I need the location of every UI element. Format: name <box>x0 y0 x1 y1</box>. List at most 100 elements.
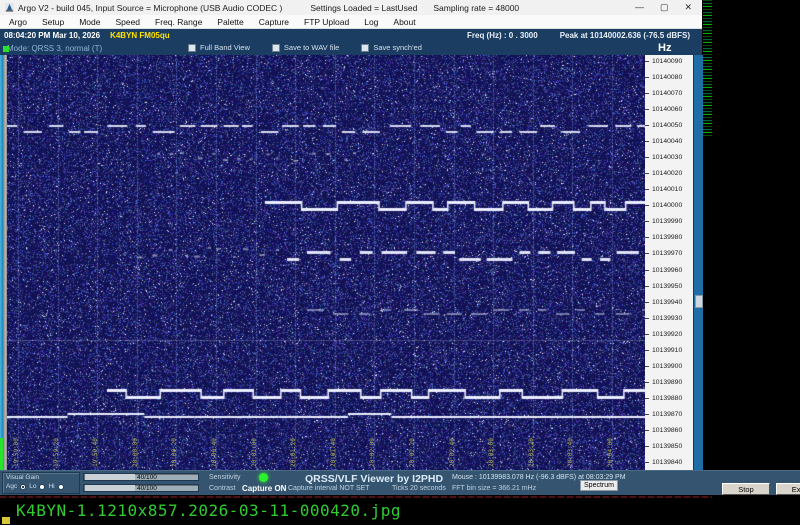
frequency-label: 10140080 <box>652 73 683 81</box>
bottom-control-bar: Visual Gain Agc Lo Hi 40/100 40/100 Sens… <box>0 470 800 495</box>
frequency-tick <box>645 60 649 62</box>
visual-gain-title: Visual Gain <box>6 474 40 481</box>
lo-radio[interactable] <box>39 483 46 490</box>
frequency-tick <box>645 285 649 287</box>
checkbox-group: Full Band View Save to WAV file Save syn… <box>188 43 422 52</box>
frequency-scale-row: 10140030 <box>645 153 693 161</box>
freq-readout: Freq (Hz) : 0 . 3000 <box>467 30 538 40</box>
checkbox-icon[interactable] <box>188 43 196 52</box>
exit-button[interactable]: Exit <box>776 483 800 495</box>
frequency-label: 10139860 <box>652 427 683 435</box>
checkbox-label: Full Band View <box>200 43 250 52</box>
frequency-tick <box>645 398 649 400</box>
maximize-button[interactable]: ▢ <box>660 2 669 13</box>
frequency-scale-row: 10139910 <box>645 346 693 354</box>
menu-item[interactable]: Mode <box>79 17 100 27</box>
scrollbar-thumb[interactable] <box>695 295 703 308</box>
frequency-tick <box>645 430 649 432</box>
vertical-scrollbar[interactable] <box>693 55 703 470</box>
frequency-label: 10139910 <box>652 346 683 354</box>
frequency-label: 10139960 <box>652 266 683 274</box>
menu-item[interactable]: Speed <box>115 17 140 27</box>
frequency-tick <box>645 269 649 271</box>
yellow-marker-icon <box>2 517 10 524</box>
menu-bar: Argo Setup Mode Speed Freq. Range Palette Capt… <box>0 15 702 29</box>
contrast-label: Contrast <box>209 485 236 492</box>
frequency-tick <box>645 301 649 303</box>
sensitivity-label: Sensitivity <box>209 474 241 481</box>
frequency-scale-row: 10139950 <box>645 282 693 290</box>
viewer-title: QRSS/VLF Viewer by I2PHD <box>305 473 444 485</box>
menu-item[interactable]: Palette <box>217 17 243 27</box>
frequency-tick <box>645 221 649 223</box>
frequency-scale-row: 10139860 <box>645 427 693 435</box>
bottom-black-band: K4BYN-1.1210x857.2026-03-11-000420.jpg <box>0 495 800 525</box>
frequency-scale-row: 10139980 <box>645 234 693 242</box>
menu-item[interactable]: FTP Upload <box>304 17 349 27</box>
title-bar: Argo V2 - build 045, Input Source = Micr… <box>0 0 702 15</box>
frequency-label: 10139870 <box>652 411 683 419</box>
status-bar: 08:04:20 PM Mar 10, 2026 K4BYN FM05qu Fr… <box>0 29 702 41</box>
frequency-scale-row: 10139990 <box>645 218 693 226</box>
frequency-tick <box>645 156 649 158</box>
checkbox-option[interactable]: Save synch'ed <box>361 43 422 52</box>
menu-item[interactable]: Log <box>364 17 378 27</box>
minimize-button[interactable]: — <box>635 2 644 13</box>
sensitivity-slider[interactable]: 40/100 <box>83 473 199 481</box>
agc-radio-label: Agc <box>6 483 18 490</box>
frequency-label: 10140070 <box>652 89 683 97</box>
frequency-scale-row: 10139870 <box>645 411 693 419</box>
sensitivity-slider-fill <box>85 474 135 480</box>
hi-radio-label: Hi <box>48 483 55 490</box>
frequency-label: 10140090 <box>652 57 683 65</box>
capture-filename: K4BYN-1.1210x857.2026-03-11-000420.jpg <box>16 501 402 520</box>
frequency-scale-row: 10139850 <box>645 443 693 451</box>
frequency-scale-row: 10140010 <box>645 186 693 194</box>
frequency-scale: 10140090 10140080 10140070 10140060 1014… <box>645 55 693 470</box>
menu-item[interactable]: About <box>393 17 415 27</box>
frequency-scale-row: 10140090 <box>645 57 693 65</box>
frequency-scale-row: 10139940 <box>645 298 693 306</box>
menu-item[interactable]: Capture <box>259 17 289 27</box>
stop-button[interactable]: Stop <box>722 483 770 495</box>
spectrogram-canvas[interactable] <box>7 55 645 470</box>
frequency-label: 10139930 <box>652 314 683 322</box>
frequency-scale-row: 10139930 <box>645 314 693 322</box>
frequency-label: 10139880 <box>652 395 683 403</box>
frequency-tick <box>645 365 649 367</box>
frequency-tick <box>645 462 649 464</box>
menu-item[interactable]: Argo <box>9 17 27 27</box>
spectrum-button[interactable]: Spectrum <box>580 480 618 491</box>
checkbox-option[interactable]: Full Band View <box>188 43 250 52</box>
menu-item[interactable]: Freq. Range <box>155 17 202 27</box>
frequency-scale-row: 10139960 <box>645 266 693 274</box>
capture-status: Capture ON <box>242 484 287 493</box>
frequency-scale-row: 10139900 <box>645 362 693 370</box>
contrast-slider[interactable]: 40/100 <box>83 484 199 492</box>
menu-item[interactable]: Setup <box>42 17 64 27</box>
frequency-tick <box>645 108 649 110</box>
hz-unit-label: Hz <box>658 42 672 54</box>
checkbox-option[interactable]: Save to WAV file <box>271 43 339 52</box>
close-button[interactable]: ✕ <box>684 2 692 13</box>
window-title: Argo V2 - build 045, Input Source = Micr… <box>18 2 283 13</box>
callsign-label: K4BYN FM05qu <box>110 30 170 40</box>
frequency-tick <box>645 333 649 335</box>
frequency-tick <box>645 382 649 384</box>
agc-radio[interactable] <box>20 483 27 490</box>
frequency-tick <box>645 205 649 207</box>
frequency-tick <box>645 189 649 191</box>
frequency-label: 10139900 <box>652 362 683 370</box>
frequency-tick <box>645 414 649 416</box>
screen: Argo V2 - build 045, Input Source = Micr… <box>0 0 800 525</box>
checkbox-icon[interactable] <box>361 43 370 52</box>
frequency-label: 10139840 <box>652 459 683 467</box>
frequency-scale-row: 10139840 <box>645 459 693 467</box>
window-title-settings: Settings Loaded = LastUsed <box>310 2 418 13</box>
frequency-label: 10139940 <box>652 298 683 306</box>
frequency-label: 10139950 <box>652 282 683 290</box>
hi-radio[interactable] <box>57 483 64 490</box>
peak-readout: Peak at 10140002.636 (-76.5 dBFS) <box>559 30 690 40</box>
checkbox-icon[interactable] <box>271 43 280 52</box>
frequency-label: 10139990 <box>652 218 683 226</box>
